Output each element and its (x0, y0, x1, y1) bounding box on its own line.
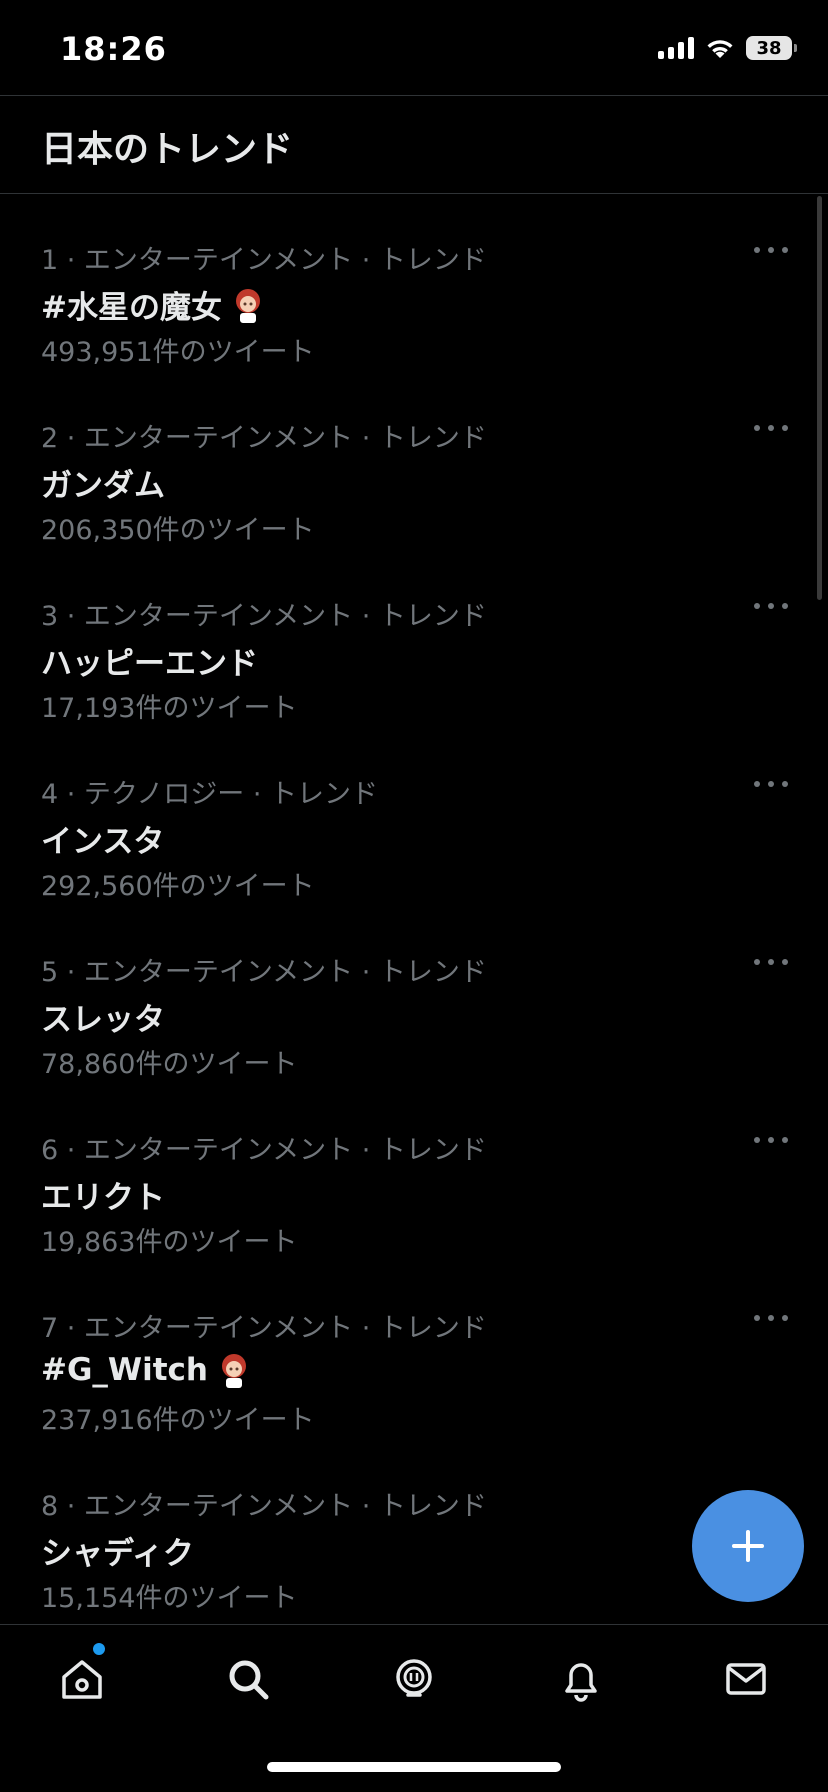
status-icons: 38 (658, 36, 797, 60)
status-bar: 18:26 38 (0, 0, 828, 96)
trend-item[interactable]: 2 · エンターテインメント · トレンド ガンダム 206,350件のツイート (0, 372, 828, 550)
trend-item[interactable]: 7 · エンターテインメント · トレンド #G_Witch 237,916件の… (0, 1262, 828, 1440)
trend-item[interactable]: 4 · テクノロジー · トレンド インスタ 292,560件のツイート (0, 728, 828, 906)
trend-count: 17,193件のツイート (41, 693, 298, 724)
spaces-icon (396, 1659, 432, 1697)
more-options-icon[interactable] (754, 778, 788, 790)
trend-meta: 7 · エンターテインメント · トレンド (41, 1313, 487, 1344)
search-icon (229, 1660, 269, 1700)
more-options-icon[interactable] (754, 600, 788, 612)
scrollbar[interactable] (817, 196, 822, 600)
home-icon (62, 1660, 102, 1699)
trend-name-text: #G_Witch (41, 1352, 209, 1388)
page-title: 日本のトレンド (41, 129, 294, 170)
tab-home[interactable] (56, 1653, 108, 1705)
character-emoji-icon (235, 288, 260, 323)
more-options-icon[interactable] (754, 422, 788, 434)
trend-item[interactable]: 5 · エンターテインメント · トレンド スレッタ 78,860件のツイート (0, 906, 828, 1084)
home-indicator[interactable] (267, 1762, 561, 1772)
trend-meta: 2 · エンターテインメント · トレンド (41, 423, 487, 454)
trend-name: ハッピーエンド (41, 646, 258, 682)
trend-name: インスタ (41, 824, 165, 860)
trend-meta: 4 · テクノロジー · トレンド (41, 779, 379, 810)
trend-count: 206,350件のツイート (41, 515, 315, 546)
trend-count: 15,154件のツイート (41, 1583, 298, 1614)
trend-name: #水星の魔女 (41, 282, 268, 327)
trend-item[interactable]: 6 · エンターテインメント · トレンド エリクト 19,863件のツイート (0, 1084, 828, 1262)
tab-search[interactable] (222, 1653, 274, 1705)
trend-list: 1 · エンターテインメント · トレンド #水星の魔女 493,951件のツイ… (0, 194, 828, 1624)
unread-dot (93, 1643, 105, 1655)
character-emoji-icon (222, 1354, 247, 1388)
trend-meta: 5 · エンターテインメント · トレンド (41, 957, 487, 988)
cellular-signal-icon (658, 37, 694, 59)
tab-spaces[interactable] (388, 1653, 440, 1705)
compose-tweet-button[interactable] (692, 1490, 804, 1602)
trend-name: エリクト (41, 1180, 165, 1216)
trend-count: 19,863件のツイート (41, 1227, 298, 1258)
status-time: 18:26 (60, 30, 167, 68)
page-header: 日本のトレンド (0, 96, 828, 194)
plus-icon (732, 1530, 764, 1562)
trend-count: 292,560件のツイート (41, 871, 315, 902)
tab-notifications[interactable] (555, 1653, 607, 1705)
trend-name: スレッタ (41, 1002, 165, 1038)
messages-icon (726, 1663, 766, 1695)
notifications-icon (565, 1663, 597, 1702)
tab-messages[interactable] (720, 1653, 772, 1705)
trend-meta: 6 · エンターテインメント · トレンド (41, 1135, 487, 1166)
trend-count: 237,916件のツイート (41, 1405, 315, 1436)
wifi-icon (707, 40, 733, 58)
trend-item[interactable]: 1 · エンターテインメント · トレンド #水星の魔女 493,951件のツイ… (0, 194, 828, 372)
trend-name: シャディク (41, 1536, 194, 1572)
trend-meta: 3 · エンターテインメント · トレンド (41, 601, 487, 632)
trend-meta: 1 · エンターテインメント · トレンド (41, 245, 487, 276)
more-options-icon[interactable] (754, 1134, 788, 1146)
trend-name: ガンダム (41, 468, 165, 504)
more-options-icon[interactable] (754, 956, 788, 968)
trend-item[interactable]: 3 · エンターテインメント · トレンド ハッピーエンド 17,193件のツイ… (0, 550, 828, 728)
trend-count: 78,860件のツイート (41, 1049, 298, 1080)
trend-count: 493,951件のツイート (41, 337, 315, 368)
battery-indicator: 38 (746, 36, 797, 60)
trend-name-text: #水星の魔女 (41, 290, 222, 326)
more-options-icon[interactable] (754, 1312, 788, 1324)
more-options-icon[interactable] (754, 244, 788, 256)
trend-meta: 8 · エンターテインメント · トレンド (41, 1491, 487, 1522)
trend-name: #G_Witch (41, 1350, 254, 1390)
